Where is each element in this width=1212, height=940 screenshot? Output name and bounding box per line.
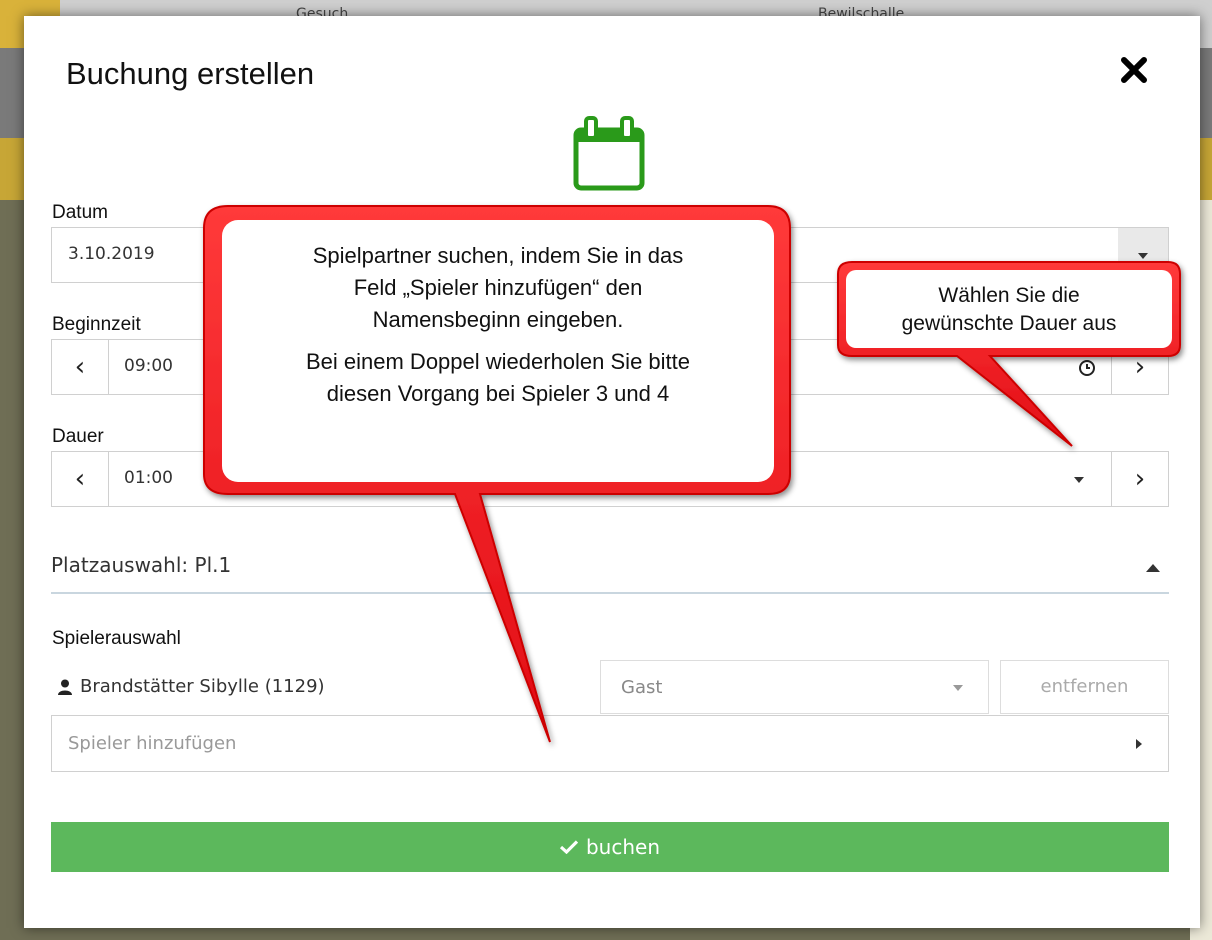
callout-duration-text: Wählen Sie die gewünschte Dauer aus (846, 282, 1172, 338)
callout-duration-line: gewünschte Dauer aus (901, 312, 1117, 335)
callout-search-line: Spielpartner suchen, indem Sie in das (312, 243, 684, 268)
callout-search-line: Feld „Spieler hinzufügen“ den (353, 275, 643, 300)
callout-shapes (203, 205, 1181, 743)
callout-duration-line: Wählen Sie die (938, 284, 1080, 307)
callout-search-line: diesen Vorgang bei Spieler 3 und 4 (326, 381, 670, 406)
callout-search-line: Bei einem Doppel wiederholen Sie bitte (305, 349, 690, 374)
callout-search-text: Spielpartner suchen, indem Sie in das Fe… (222, 240, 774, 410)
callout-search-line: Namensbeginn eingeben. (372, 307, 624, 332)
